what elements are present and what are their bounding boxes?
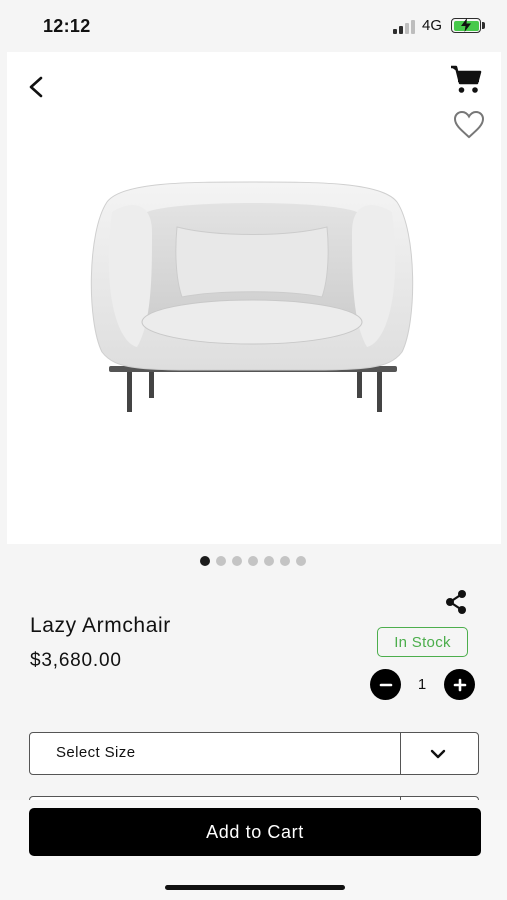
- product-price: $3,680.00: [30, 650, 122, 671]
- quantity-increase-button[interactable]: [444, 669, 475, 700]
- armchair-image: [90, 181, 414, 412]
- share-icon: [446, 590, 466, 614]
- share-button[interactable]: [442, 588, 470, 616]
- battery-cap: [482, 22, 485, 29]
- size-select-label: Select Size: [56, 744, 136, 761]
- size-select[interactable]: Select Size: [29, 732, 479, 775]
- chevron-down-icon: [430, 749, 446, 759]
- product-image-panel[interactable]: [7, 52, 501, 544]
- product-name: Lazy Armchair: [30, 614, 171, 637]
- plus-icon: [453, 678, 466, 691]
- cart-button[interactable]: [449, 64, 483, 96]
- carousel-dot[interactable]: [296, 556, 306, 566]
- carousel-dot[interactable]: [264, 556, 274, 566]
- cart-icon: [451, 65, 482, 93]
- back-button[interactable]: [21, 72, 51, 102]
- product-detail-screen: 12:12 4G Lazy Armchair $3,680.00 In Stoc…: [0, 0, 507, 900]
- select-divider: [400, 733, 401, 774]
- status-bar: 12:12 4G: [0, 0, 507, 52]
- heart-outline-icon: [453, 110, 485, 139]
- favorite-button[interactable]: [453, 110, 485, 140]
- quantity-value: 1: [417, 676, 427, 693]
- chevron-left-icon: [29, 76, 43, 98]
- quantity-decrease-button[interactable]: [370, 669, 401, 700]
- carousel-dot[interactable]: [280, 556, 290, 566]
- home-indicator[interactable]: [165, 885, 345, 890]
- signal-icon: [393, 20, 415, 34]
- charging-bolt-icon: [461, 18, 471, 32]
- carousel-dot[interactable]: [248, 556, 258, 566]
- carousel-dot[interactable]: [216, 556, 226, 566]
- add-to-cart-button[interactable]: Add to Cart: [29, 808, 481, 856]
- carousel-dot[interactable]: [232, 556, 242, 566]
- network-type: 4G: [422, 17, 443, 34]
- status-time: 12:12: [43, 16, 91, 36]
- carousel-dots[interactable]: [200, 555, 306, 567]
- minus-icon: [379, 683, 392, 686]
- stock-status-badge: In Stock: [377, 627, 468, 657]
- carousel-dot[interactable]: [200, 556, 210, 566]
